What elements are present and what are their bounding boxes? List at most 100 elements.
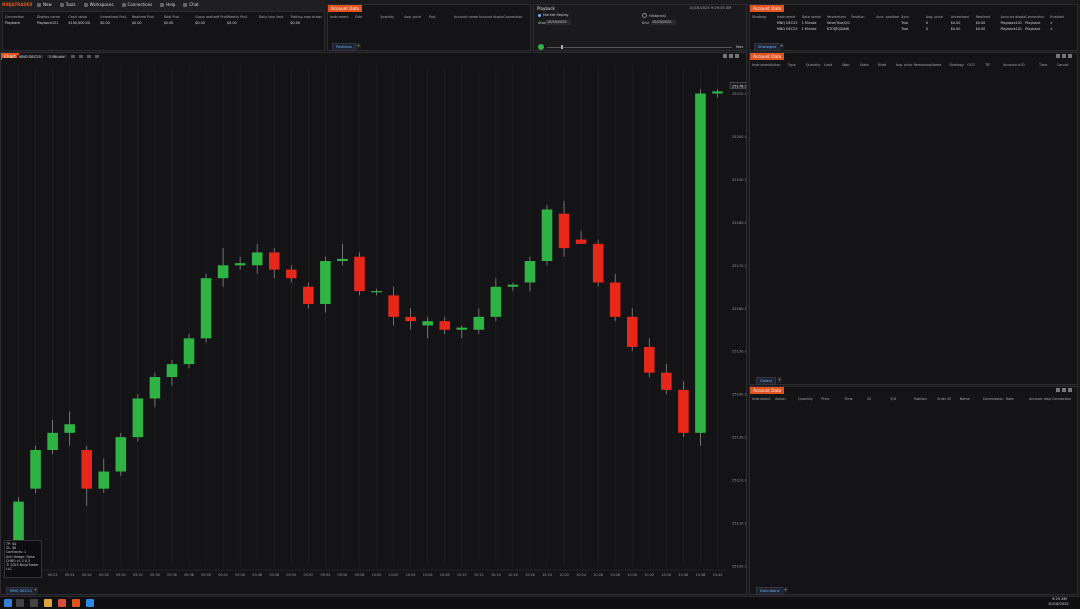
candle-down: [268, 252, 280, 270]
add-tab-button[interactable]: +: [33, 587, 38, 593]
add-tab-button[interactable]: +: [777, 377, 782, 383]
candle-up: [251, 252, 263, 266]
time-axis-label: 10:06: [423, 573, 433, 577]
time-axis-label: 10:16: [508, 573, 518, 577]
playback-progress-handle[interactable]: [561, 45, 563, 49]
account-summary-row[interactable]: Playback Playback101 $100,000.00 $0.00 $0.00…: [5, 21, 322, 25]
taskbar-clock[interactable]: 9:29 AM: [1052, 597, 1067, 601]
orders-panel-title: Account Data: [750, 53, 785, 60]
time-axis-label: 10:14: [491, 573, 501, 577]
strategies-panel: Account Data Strategy Instrument Data seri…: [749, 4, 1078, 51]
maximize-icon[interactable]: [1062, 388, 1066, 392]
time-axis-label: 10:12: [474, 573, 484, 577]
close-icon[interactable]: [1068, 388, 1072, 392]
tab-orders[interactable]: Orders: [756, 377, 777, 385]
close-icon[interactable]: [1068, 54, 1072, 58]
candle-down: [286, 269, 297, 279]
candle-up: [217, 265, 229, 279]
candle-down: [354, 256, 365, 292]
orders-header: Instrument Action Type Quantity Limit Stop Sta…: [752, 63, 1069, 67]
candle-down: [81, 450, 92, 489]
menu-chat[interactable]: Chat: [180, 2, 201, 7]
price-axis-label: 25100.00: [732, 565, 746, 569]
candle-up: [320, 261, 331, 304]
minimize-icon[interactable]: [1056, 388, 1060, 392]
play-button[interactable]: [538, 44, 544, 50]
playback-progress-track[interactable]: [547, 46, 732, 48]
tab-executions[interactable]: Executions: [756, 587, 784, 595]
tab-strategies[interactable]: Strategies: [754, 43, 781, 51]
start-date-field[interactable]: 10/16/2025: [546, 20, 571, 25]
candle-up: [456, 327, 468, 330]
time-axis-label: 09:54: [320, 573, 330, 577]
menu-help[interactable]: Help: [157, 2, 178, 7]
app-icon[interactable]: [86, 599, 94, 607]
search-icon[interactable]: [16, 599, 24, 607]
menu-connections[interactable]: Connections: [119, 2, 156, 7]
add-tab-button[interactable]: +: [356, 43, 361, 49]
minimize-icon[interactable]: [1056, 54, 1060, 58]
end-label: End: [642, 21, 649, 25]
price-axis-label: 25130.00: [732, 436, 746, 440]
candle-down: [626, 316, 638, 347]
connections-icon: [121, 2, 126, 7]
historical-radio[interactable]: Historical: [642, 13, 666, 18]
tab-chart-instrument[interactable]: MNQ DEC25: [6, 587, 36, 595]
end-date-field[interactable]: 10/29/2025: [651, 20, 676, 25]
candle-down: [644, 346, 655, 373]
browser-icon[interactable]: [58, 599, 66, 607]
candle-up: [490, 286, 502, 317]
last-price-label: 25176.00: [732, 84, 746, 88]
candle-up: [166, 364, 178, 377]
playback-panel: Playback 10/16/2025 9:29:55 AM Market Re…: [533, 4, 747, 51]
time-axis-label: 10:32: [644, 573, 654, 577]
tools-icon: [59, 2, 64, 7]
candle-up: [507, 284, 519, 287]
time-axis-label: 10:20: [542, 573, 552, 577]
price-axis-label: 25210.00: [732, 92, 746, 96]
playback-speed[interactable]: Max: [736, 45, 743, 49]
top-bar: NINJATRADER New Tools Workspaces Connect…: [0, 0, 325, 11]
ninjatrader-icon[interactable]: [72, 599, 80, 607]
time-axis-label: 10:02: [389, 573, 399, 577]
candle-up: [712, 91, 723, 94]
price-axis-label: 25200.00: [732, 135, 746, 139]
price-chart[interactable]: 25210.00 25200.00 25190.00 25180.00 25170.00…: [2, 58, 746, 584]
strategies-panel-title: Account Data: [750, 5, 785, 12]
price-axis-label: 25110.00: [732, 522, 746, 526]
candle-down: [405, 316, 416, 322]
strategy-info-box: TP: $0 SL: $0 Contracts: 1 Anti Hedge: F…: [4, 540, 42, 578]
maximize-icon[interactable]: [1062, 54, 1066, 58]
menu-workspaces[interactable]: Workspaces: [81, 2, 117, 7]
time-axis-label: 10:36: [678, 573, 688, 577]
candle-up: [473, 316, 485, 330]
file-explorer-icon[interactable]: [44, 599, 52, 607]
candle-up: [64, 424, 75, 433]
price-axis-label: 25170.00: [732, 264, 746, 268]
candle-up: [541, 209, 553, 262]
candle-up: [422, 321, 433, 326]
windows-start-icon[interactable]: [4, 599, 12, 607]
app-logo: NINJATRADER: [2, 2, 33, 7]
strategy-row[interactable]: MNQ DEC25 1 Minute NTO@Q/DAW True 0 $0.00 $0.0…: [752, 27, 1075, 31]
radio-icon: [538, 13, 541, 17]
time-axis-label: 10:26: [593, 573, 603, 577]
price-axis-label: 25190.00: [732, 178, 746, 182]
market-replay-radio[interactable]: Market Replay: [538, 13, 569, 17]
strategies-header: Strategy Instrument Data series Parameters P…: [752, 15, 1064, 19]
tab-positions[interactable]: Positions: [332, 43, 356, 51]
time-axis-label: 09:40: [201, 573, 211, 577]
time-axis-label: 10:08: [440, 573, 450, 577]
playback-time: 10/16/2025 9:29:55 AM: [689, 6, 732, 10]
taskbar-date[interactable]: 10/16/2025: [1048, 602, 1069, 606]
candle-up: [337, 258, 348, 262]
candle-up: [149, 376, 161, 399]
strategy-row[interactable]: MNQ DEC25 1 Minute False/True/0/1 True 0 $0.0…: [752, 21, 1075, 25]
add-tab-button[interactable]: +: [779, 43, 784, 49]
add-tab-button[interactable]: +: [783, 587, 788, 593]
task-view-icon[interactable]: [30, 599, 38, 607]
chat-icon: [183, 2, 188, 7]
playback-title: Playback: [537, 6, 555, 11]
menu-tools[interactable]: Tools: [57, 2, 79, 7]
menu-new[interactable]: New: [34, 2, 55, 7]
